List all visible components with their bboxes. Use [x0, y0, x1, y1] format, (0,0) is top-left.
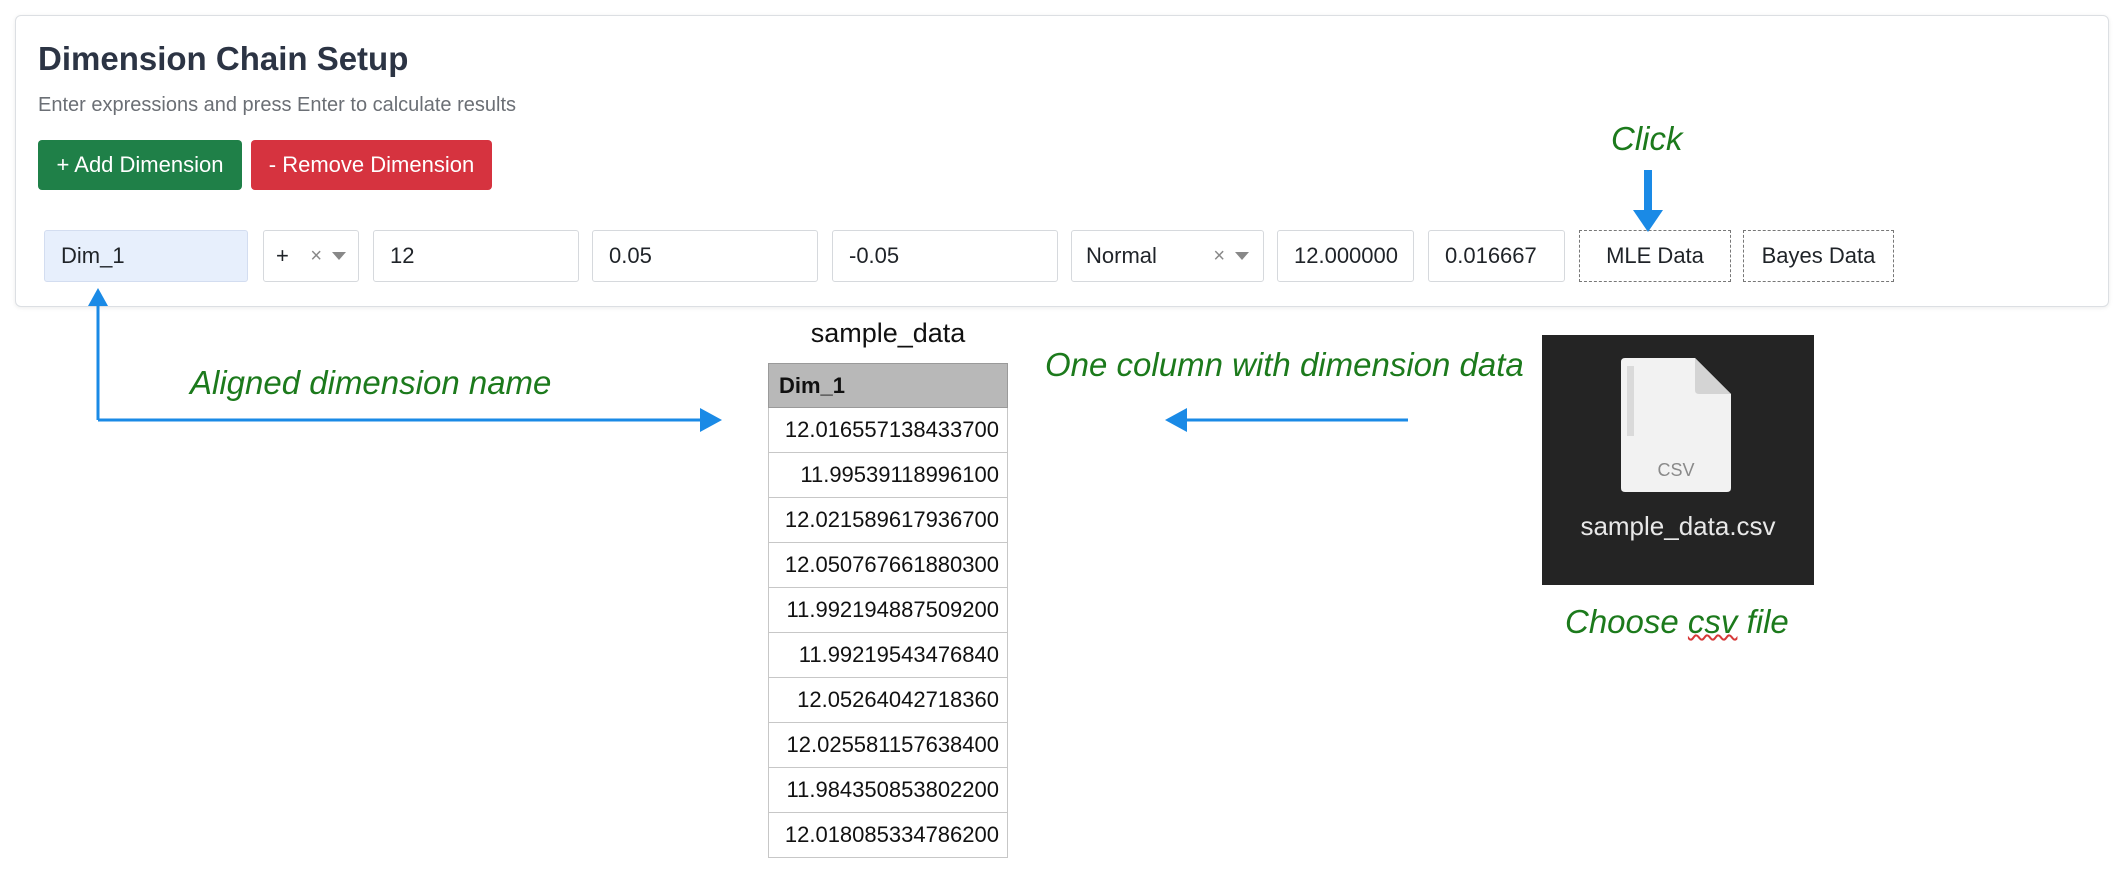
- sample-data-table: Dim_1 12.016557138433700 11.995391189961…: [768, 363, 1008, 858]
- csv-icon-label: CSV: [1657, 460, 1694, 480]
- column-arrowhead-left: [1165, 408, 1187, 432]
- csv-file-item[interactable]: CSV sample_data.csv: [1542, 335, 1814, 585]
- table-cell: 11.99539118996100: [768, 452, 1008, 498]
- click-arrowhead: [1633, 210, 1663, 232]
- name-arrowhead-up: [88, 288, 108, 306]
- table-cell: 12.016557138433700: [768, 407, 1008, 453]
- table-row: 12.021589617936700: [768, 497, 1008, 543]
- table-row: 12.018085334786200: [768, 812, 1008, 858]
- table-header-row: Dim_1: [768, 363, 1008, 408]
- table-row: 12.050767661880300: [768, 542, 1008, 588]
- table-cell: 11.992194887509200: [768, 587, 1008, 633]
- table-cell: 12.018085334786200: [768, 812, 1008, 858]
- name-arrowhead-right: [700, 408, 722, 432]
- table-row: 11.992194887509200: [768, 587, 1008, 633]
- table-row: 11.99539118996100: [768, 452, 1008, 498]
- table-cell: 12.050767661880300: [768, 542, 1008, 588]
- table-row: 11.984350853802200: [768, 767, 1008, 813]
- table-cell: 12.025581157638400: [768, 722, 1008, 768]
- table-row: 12.016557138433700: [768, 407, 1008, 453]
- table-row: 12.025581157638400: [768, 722, 1008, 768]
- table-cell: 12.05264042718360: [768, 677, 1008, 723]
- table-row: 11.99219543476840: [768, 632, 1008, 678]
- sample-data-caption: sample_data: [810, 318, 966, 348]
- table-cell: 11.99219543476840: [768, 632, 1008, 678]
- table-cell: 11.984350853802200: [768, 767, 1008, 813]
- table-row: 12.05264042718360: [768, 677, 1008, 723]
- csv-file-icon: CSV: [1621, 358, 1731, 492]
- table-cell: 12.021589617936700: [768, 497, 1008, 543]
- csv-file-name: sample_data.csv: [1580, 511, 1776, 541]
- table-column-header: Dim_1: [768, 363, 1008, 408]
